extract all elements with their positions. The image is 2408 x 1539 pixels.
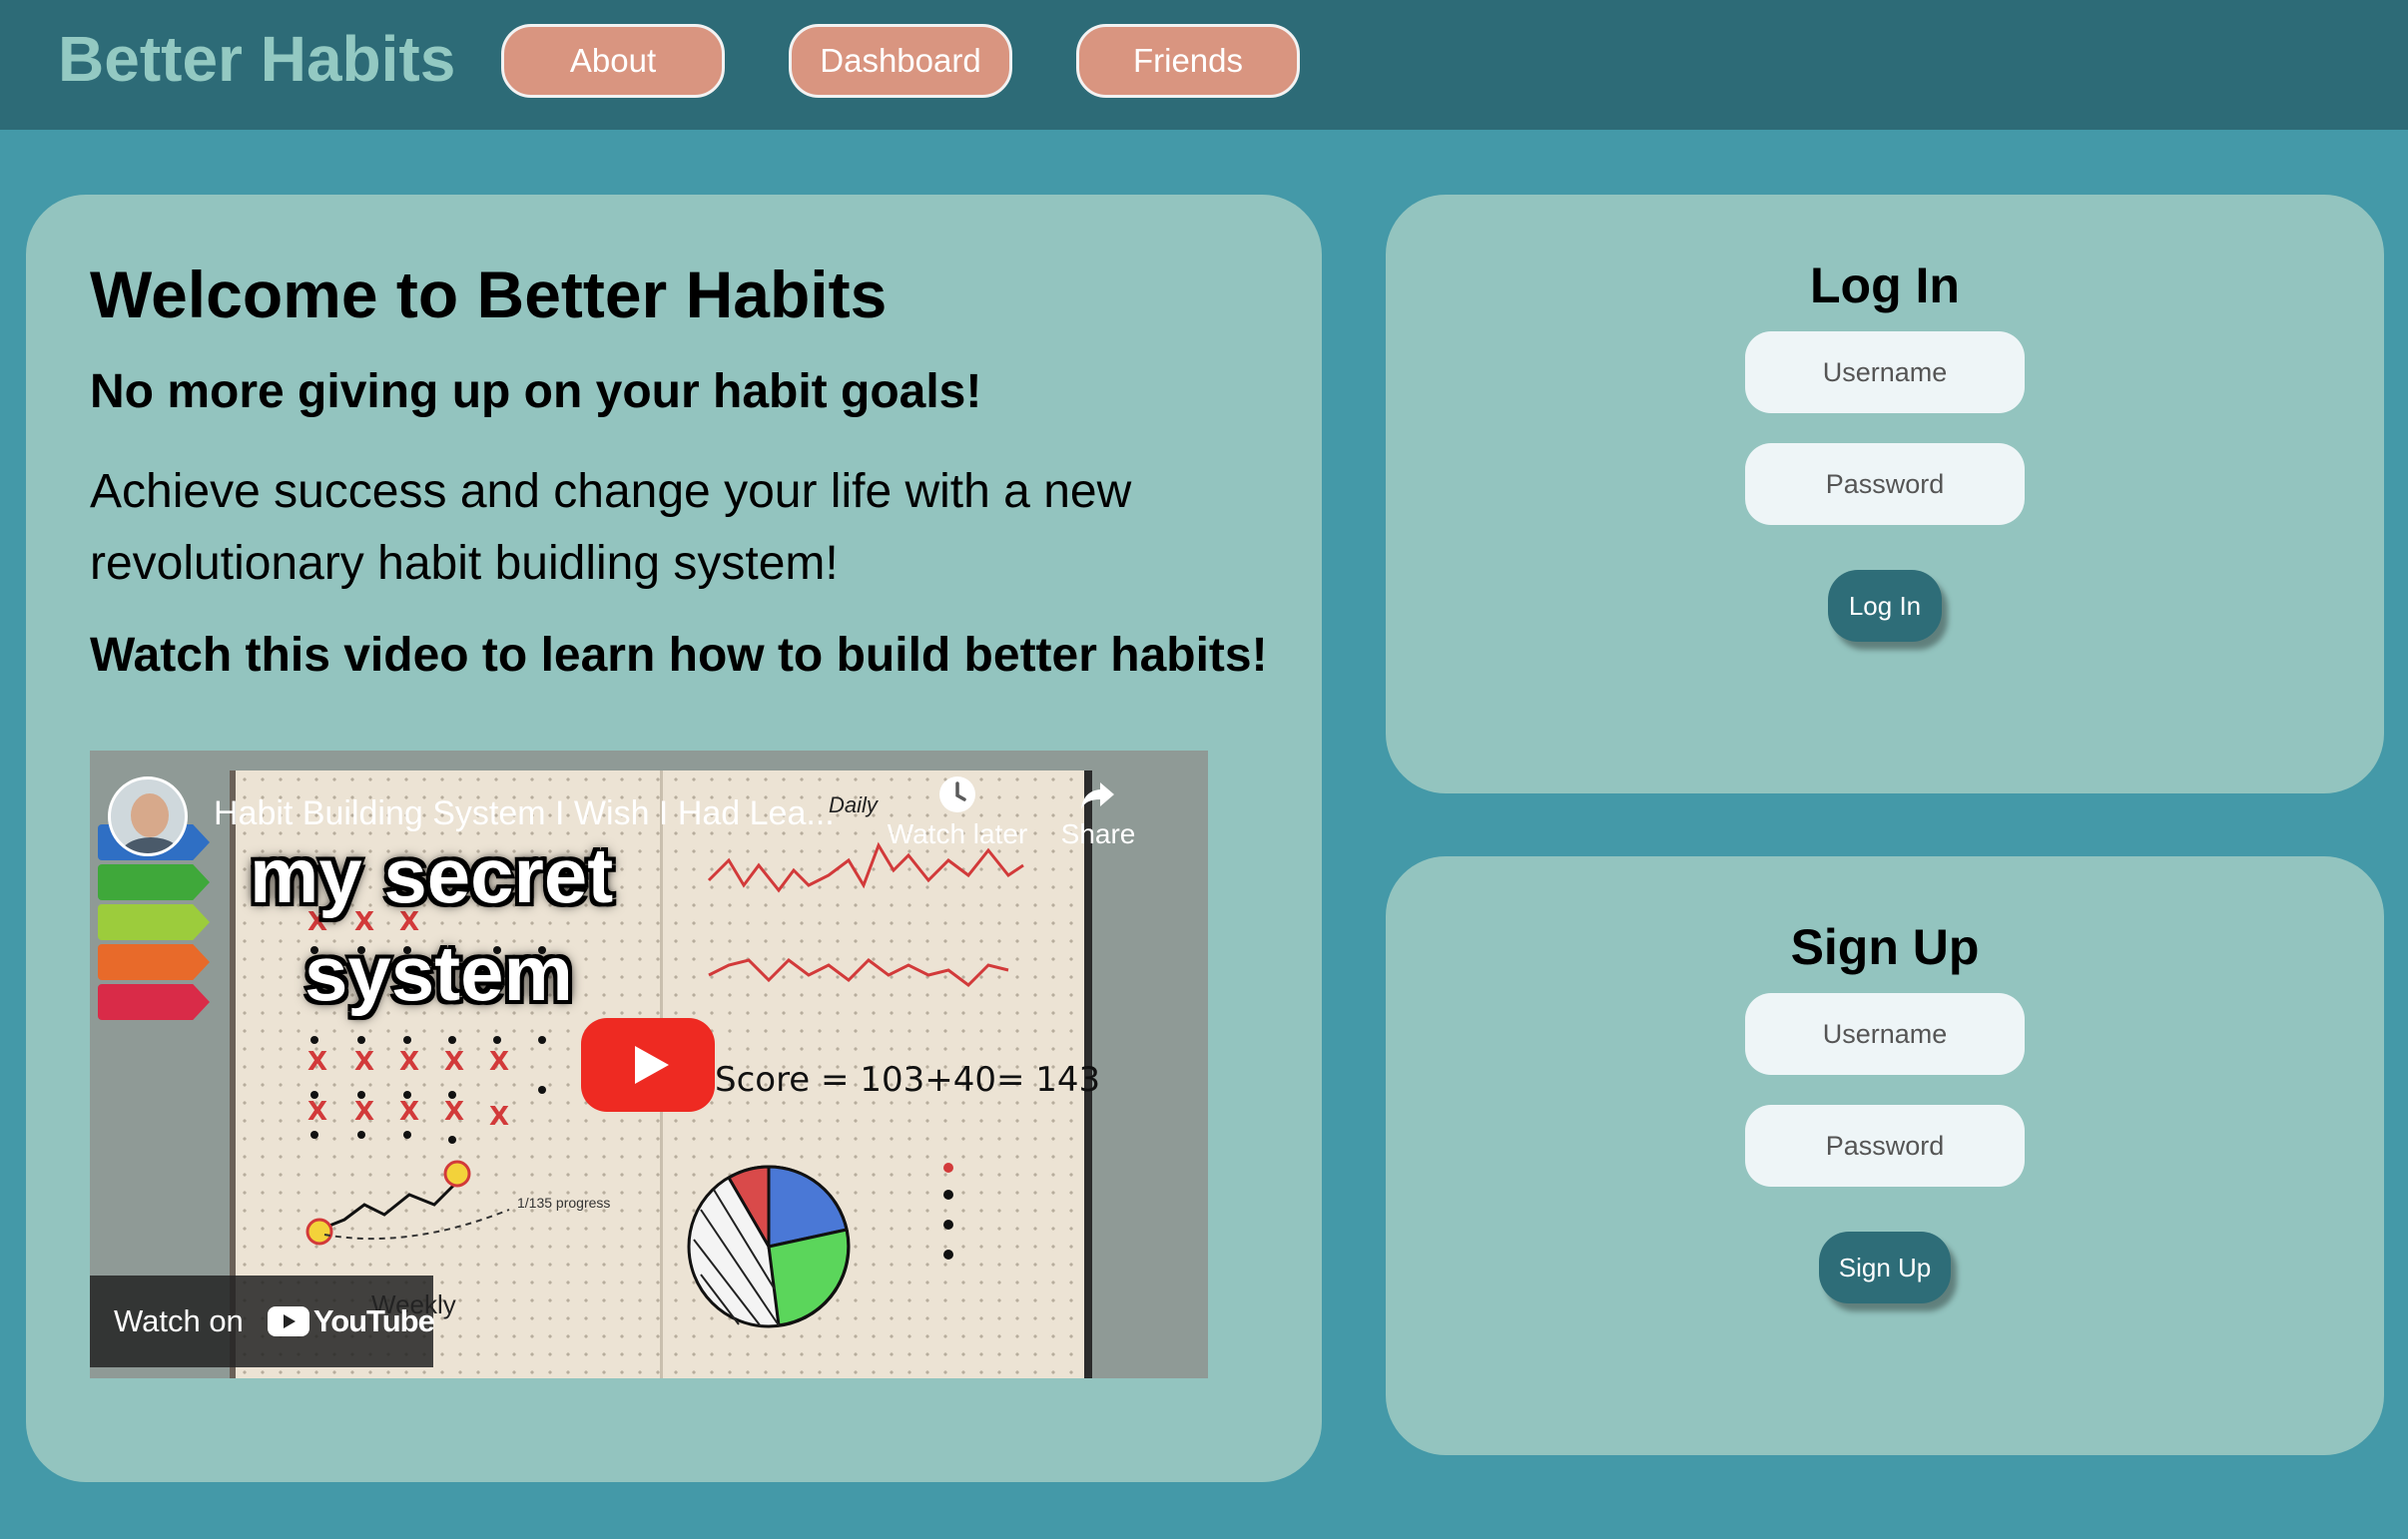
login-button[interactable]: Log In xyxy=(1828,570,1942,642)
watch-on-label: Watch on xyxy=(114,1303,244,1338)
youtube-logo-icon: YouTube xyxy=(267,1303,435,1339)
watch-later-button[interactable]: Watch later xyxy=(883,774,1032,850)
nav-friends-button[interactable]: Friends xyxy=(1076,24,1300,98)
svg-text:X: X xyxy=(399,1097,419,1127)
thumbnail-progress-label: 1/135 progress xyxy=(517,1195,611,1211)
pie-chart-drawing xyxy=(687,1165,851,1328)
svg-text:X: X xyxy=(399,1047,419,1077)
svg-text:X: X xyxy=(489,1047,509,1077)
signup-username-input[interactable] xyxy=(1745,993,2025,1075)
clock-icon xyxy=(939,776,975,812)
thumbnail-text-my-secret: my secret xyxy=(250,831,614,919)
svg-text:X: X xyxy=(354,1097,374,1127)
login-card: Log In Log In xyxy=(1386,195,2384,793)
svg-text:X: X xyxy=(354,1047,374,1077)
watch-on-youtube-button[interactable]: Watch on YouTube xyxy=(90,1276,435,1367)
svg-text:X: X xyxy=(307,1047,327,1077)
video-prompt: Watch this video to learn how to build b… xyxy=(90,629,1268,682)
svg-text:X: X xyxy=(444,1097,464,1127)
welcome-description: Achieve success and change your life wit… xyxy=(90,465,1132,590)
watch-later-label: Watch later xyxy=(887,818,1028,849)
thumbnail-text-system: system xyxy=(304,929,573,1017)
login-username-input[interactable] xyxy=(1745,331,2025,413)
youtube-play-icon[interactable] xyxy=(581,1018,715,1112)
thumbnail-score-text: Score = 103+40= 143 xyxy=(715,1060,1101,1100)
svg-text:X: X xyxy=(444,1047,464,1077)
video-title[interactable]: Habit Building System I Wish I Had Lea..… xyxy=(214,794,835,833)
signup-button[interactable]: Sign Up xyxy=(1819,1232,1951,1303)
welcome-card: Welcome to Better Habits No more giving … xyxy=(26,195,1322,1482)
channel-avatar[interactable] xyxy=(108,776,188,856)
share-button[interactable]: Share xyxy=(1048,774,1148,850)
login-password-input[interactable] xyxy=(1745,443,2025,525)
share-arrow-icon xyxy=(1081,782,1114,809)
thumbnail-daily-label: Daily xyxy=(829,792,878,817)
svg-text:X: X xyxy=(307,1097,327,1127)
svg-text:X: X xyxy=(489,1102,509,1132)
nav-dashboard-button[interactable]: Dashboard xyxy=(789,24,1012,98)
signup-password-input[interactable] xyxy=(1745,1105,2025,1187)
share-label: Share xyxy=(1060,818,1136,849)
login-title: Log In xyxy=(1810,257,1960,313)
top-nav-bar: Better Habits About Dashboard Friends xyxy=(0,0,2408,130)
signup-title: Sign Up xyxy=(1790,919,1980,975)
youtube-video-embed[interactable]: XXX XXXXX XXXXX Daily my secret system S… xyxy=(90,751,1208,1378)
brand-logo[interactable]: Better Habits xyxy=(58,22,455,96)
nav-about-button[interactable]: About xyxy=(501,24,725,98)
signup-card: Sign Up Sign Up xyxy=(1386,856,2384,1455)
page-title: Welcome to Better Habits xyxy=(90,257,888,331)
welcome-subtitle: No more giving up on your habit goals! xyxy=(90,365,982,418)
